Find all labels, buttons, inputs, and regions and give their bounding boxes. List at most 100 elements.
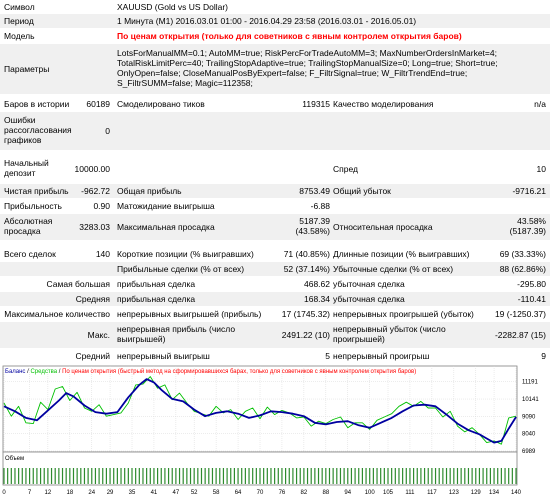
params-line-1: LotsForManualMM=0.1; AutoMM=true; RiskPe… [117,48,497,58]
avg-cons-losses-value: 9 [541,351,546,361]
x-tick-label: 24 [88,490,95,496]
x-tick-label: 70 [257,490,264,496]
x-tick-label: 41 [151,490,158,496]
short-label: Короткие позиции (% выигравших) [117,249,254,259]
row-drawdown: Абсолютная просадка 3283.03 Максимальная… [0,214,550,240]
max-dd-value-2: (43.58%) [295,226,331,236]
average-loss-value: -110.41 [517,294,546,304]
ticks-label: Смоделировано тиков [117,99,205,109]
legend-equity: Средства [30,369,57,375]
params-line-2: TotalRiskLimitPerc=40; TrailingStopAdapt… [117,58,498,68]
row-period: Период 1 Минута (M1) 2016.03.01 01:00 - … [0,14,550,28]
x-tick-label: 29 [107,490,114,496]
profit-trades-label: Прибыльные сделки (% от всех) [117,264,245,274]
row-errors: Ошибки рассогласования графиков 0 [0,112,550,150]
params-line-3: OnlyOpen=false; CloseManualPosByExpert=f… [117,68,468,78]
chart-legend: Баланс / Средства / По ценам открытия (б… [5,368,416,375]
average-label: Средняя [75,294,110,304]
gross-loss-value: -9716.21 [512,186,546,196]
short-value: 71 (40.85%) [283,249,330,259]
row-bars: Баров в истории 60189 Смоделировано тико… [0,96,550,110]
rel-dd-value-2: (5187.39) [509,226,546,236]
x-tick-label: 100 [365,490,376,496]
row-net-profit: Чистая прибыль -962.72 Общая прибыль 875… [0,184,550,198]
largest-label: Самая большая [46,279,110,289]
x-tick-label: 123 [449,490,460,496]
avg-cons-wins-label: непрерывный выигрыш [117,351,210,361]
x-tick-label: 58 [213,490,220,496]
spread-value: 10 [536,164,546,174]
row-largest: Самая большая прибыльная сделка 468.62 у… [0,277,550,291]
x-tick-label: 117 [427,490,437,496]
loss-trades-value: 88 (62.86%) [499,264,546,274]
net-profit-value: -962.72 [81,186,110,196]
max-cons-profit-value: 2491.22 (10) [281,330,330,340]
long-value: 69 (33.33%) [499,249,546,259]
row-parameters: Параметры LotsForManualMM=0.1; AutoMM=tr… [0,44,550,94]
gross-loss-label: Общий убыток [333,186,391,196]
volume-label: Объем [5,456,24,462]
avg-cons-wins-value: 5 [325,351,330,361]
max-dd-value-1: 5187.39 [299,216,330,226]
x-tick-label: 18 [66,490,73,496]
period-label: Период [4,16,34,26]
x-tick-label: 12 [45,490,52,496]
x-tick-label: 52 [191,490,198,496]
legend-mode-note: По ценам открытия (быстрый метод на сфор… [62,368,416,375]
quality-label: Качество моделирования [333,99,434,109]
x-tick-label: 94 [344,490,351,496]
largest-loss-value: -295.80 [517,279,546,289]
ticks-value: 119315 [302,99,330,109]
total-trades-label: Всего сделок [4,249,56,259]
volume-bars [3,468,517,484]
model-label: Модель [4,31,35,41]
y-tick-label: 9090 [522,414,536,420]
y-tick-label: 11191 [522,380,538,386]
profit-trades-value: 52 (37.14%) [283,264,330,274]
largest-profit-label: прибыльная сделка [117,279,196,289]
x-tick-label: 88 [322,490,329,496]
largest-loss-label: убыточная сделка [333,279,405,289]
largest-profit-value: 468.62 [304,279,330,289]
x-tick-label: 140 [511,490,522,496]
period-value: 1 Минута (M1) 2016.03.01 01:00 - 2016.04… [117,16,417,26]
spread-label: Спред [333,164,358,174]
max-cons-wins-label: непрерывных выигрышей (прибыль) [117,309,262,319]
row-symbol: Символ XAUUSD (Gold vs US Dollar) [0,0,550,14]
x-tick-label: 82 [301,490,308,496]
bars-value: 60189 [86,99,110,109]
expected-payoff-value: -6.88 [310,201,330,211]
average-profit-label: прибыльная сделка [117,294,196,304]
rel-dd-value-1: 43.58% [517,216,546,226]
rel-dd-label: Относительная просадка [333,222,433,232]
legend-balance: Баланс [5,369,25,375]
row-deposit: Начальный депозит 10000.00 Спред 10 [0,156,550,182]
x-tick-label: 134 [489,490,500,496]
row-max-count: Максимальное количество непрерывных выиг… [0,307,550,321]
x-tick-label: 64 [235,490,242,496]
expected-payoff-label: Матожидание выигрыша [117,201,215,211]
max-dd-label: Максимальная просадка [117,222,215,232]
y-tick-label: 10141 [522,397,539,403]
max-cons-profit-label: непрерывная прибыль (число выигрышей) [117,324,236,344]
row-profit-trades: Прибыльные сделки (% от всех) 52 (37.14%… [0,262,550,276]
symbol-label: Символ [4,2,35,12]
avg-cons-losses-label: непрерывный проигрыш [333,351,430,361]
loss-trades-label: Убыточные сделки (% от всех) [333,264,454,274]
y-tick-label: 8040 [522,432,536,438]
long-label: Длинные позиции (% выигравших) [333,249,470,259]
max-cons-loss-value: -2282.87 (15) [494,330,546,340]
gross-profit-value: 8753.49 [299,186,330,196]
x-tick-label: 35 [129,490,136,496]
deposit-value: 10000.00 [74,164,110,174]
row-profit-factor: Прибыльность 0.90 Матожидание выигрыша -… [0,199,550,213]
x-tick-label: 129 [471,490,482,496]
x-tick-label: 111 [405,490,415,496]
row-max: Макс. непрерывная прибыль (число выигрыш… [0,322,550,348]
errors-value: 0 [105,126,110,136]
quality-value: n/a [534,99,546,109]
max-cons-loss-label: непрерывный убыток (число проигрышей) [333,324,446,344]
row-total-trades: Всего сделок 140 Короткие позиции (% выи… [0,247,550,261]
max-cons-losses-value: 19 (-1250.37) [494,309,546,319]
x-tick-label: 105 [383,490,394,496]
